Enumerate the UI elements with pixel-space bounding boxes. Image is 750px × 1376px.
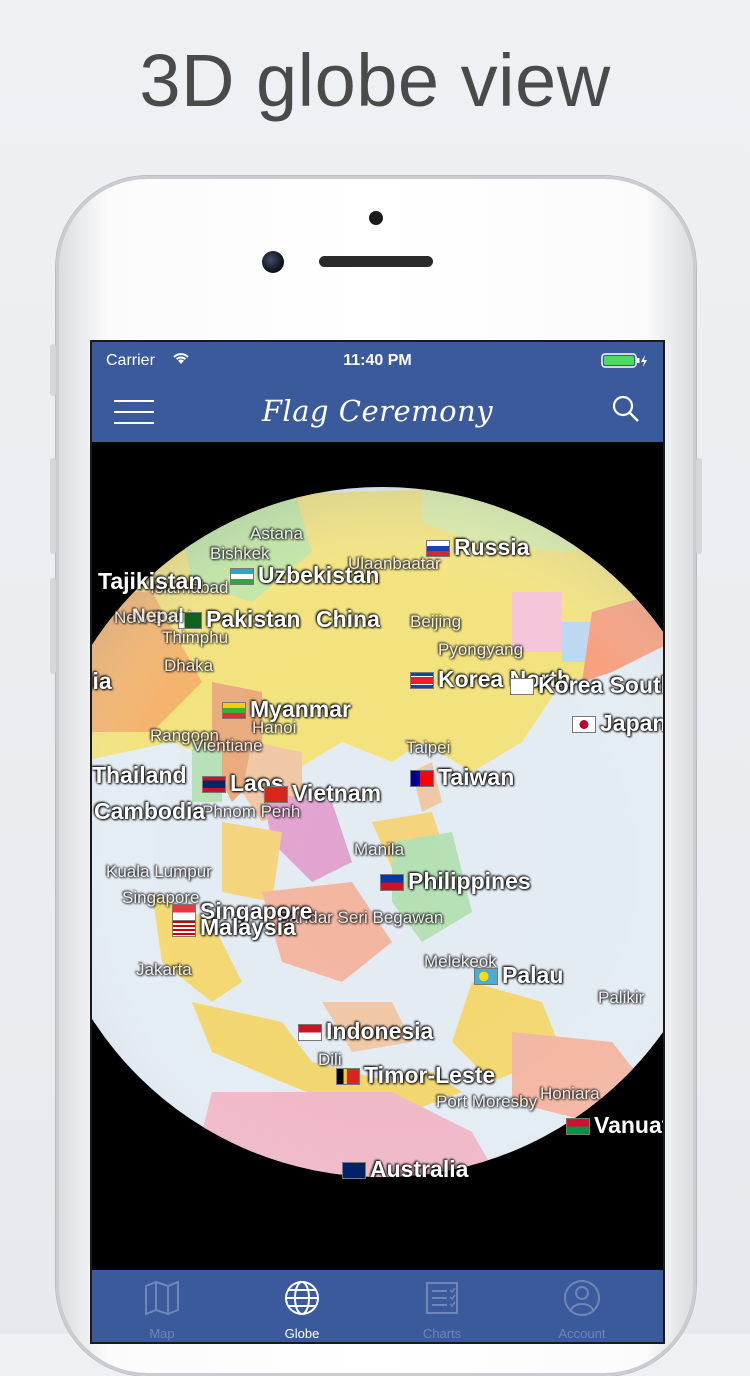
capital-label[interactable]: Manila — [354, 840, 404, 860]
country-label[interactable]: Myanmar — [222, 696, 351, 723]
capital-label[interactable]: Dhaka — [164, 656, 213, 676]
account-icon — [564, 1280, 600, 1316]
flag-icon — [222, 702, 246, 720]
tab-globe[interactable]: Globe — [232, 1270, 372, 1342]
flag-icon — [230, 568, 254, 586]
country-label[interactable]: China — [316, 606, 380, 633]
flag-icon — [510, 678, 534, 696]
country-label[interactable]: Cambodia — [94, 798, 205, 825]
capital-label[interactable]: Pyongyang — [438, 640, 523, 660]
country-label[interactable]: Tajikistan — [98, 568, 202, 595]
headline: 3D globe view — [139, 39, 611, 122]
volume-up-button — [50, 458, 56, 554]
flag-icon — [264, 786, 288, 804]
country-label[interactable]: Palau — [474, 962, 563, 989]
battery-icon — [601, 353, 649, 374]
capital-label[interactable]: Vientiane — [192, 736, 263, 756]
country-label[interactable]: India — [92, 668, 112, 695]
tab-map[interactable]: Map — [92, 1270, 232, 1342]
app-screen: Carrier 11:40 PM Flag Ceremony Astana Bi… — [90, 340, 665, 1344]
clock: 11:40 PM — [343, 352, 412, 369]
country-label[interactable]: Japan — [572, 710, 663, 737]
flag-icon — [298, 1024, 322, 1042]
proximity-sensor — [369, 211, 383, 225]
capital-label[interactable]: Bishkek — [210, 544, 270, 564]
country-label[interactable]: Russia — [426, 534, 529, 561]
country-label[interactable]: Vietnam — [264, 780, 381, 807]
power-button — [696, 458, 702, 554]
globe-view[interactable]: Astana Bishkek Ulaanbaatar Islamabad New… — [92, 442, 663, 1270]
flag-icon — [572, 716, 596, 734]
capital-label[interactable]: Taipei — [406, 738, 450, 758]
earpiece-speaker — [319, 256, 433, 267]
flag-icon — [380, 874, 404, 892]
tab-bar: Map Globe Charts Account — [92, 1270, 663, 1342]
flag-icon — [474, 968, 498, 986]
country-label[interactable]: Nepal — [132, 606, 184, 628]
country-label[interactable]: Thailand — [92, 762, 187, 789]
tab-charts[interactable]: Charts — [372, 1270, 512, 1342]
navigation-bar: Flag Ceremony — [92, 380, 663, 442]
flag-icon — [426, 540, 450, 558]
flag-icon — [410, 672, 434, 690]
capital-label[interactable]: Palikir — [598, 988, 644, 1008]
map-icon — [145, 1280, 179, 1316]
country-label[interactable]: Philippines — [380, 868, 531, 895]
country-label[interactable]: Pakistan — [178, 606, 301, 633]
country-label[interactable]: Taiwan — [410, 764, 514, 791]
status-bar: Carrier 11:40 PM — [92, 342, 663, 380]
flag-icon — [336, 1068, 360, 1086]
country-label[interactable]: Indonesia — [298, 1018, 433, 1045]
country-label[interactable]: Vanuatu — [566, 1112, 663, 1139]
flag-icon — [566, 1118, 590, 1136]
country-label[interactable]: Korea South — [510, 672, 663, 699]
flag-icon — [202, 776, 226, 794]
country-label[interactable]: Australia — [342, 1156, 468, 1183]
charts-icon — [426, 1282, 458, 1314]
country-label[interactable]: Timor-Leste — [336, 1062, 495, 1089]
capital-label[interactable]: Beijing — [410, 612, 461, 632]
flag-icon — [410, 770, 434, 788]
app-title: Flag Ceremony — [261, 394, 494, 428]
capital-label[interactable]: Kuala Lumpur — [106, 862, 212, 882]
tab-account[interactable]: Account — [512, 1270, 652, 1342]
front-camera — [262, 251, 284, 273]
search-icon[interactable] — [611, 394, 641, 429]
flag-icon — [172, 920, 196, 938]
capital-label[interactable]: Jakarta — [136, 960, 192, 980]
capital-label[interactable]: Astana — [250, 524, 303, 544]
country-label[interactable]: Uzbekistan — [230, 562, 379, 589]
country-label[interactable]: Malaysia — [172, 914, 296, 941]
globe-icon — [285, 1281, 319, 1315]
capital-label[interactable]: Port Moresby — [436, 1092, 537, 1112]
capital-label[interactable]: Honiara — [540, 1084, 600, 1104]
flag-icon — [342, 1162, 366, 1180]
mute-switch — [50, 344, 56, 396]
volume-down-button — [50, 578, 56, 674]
